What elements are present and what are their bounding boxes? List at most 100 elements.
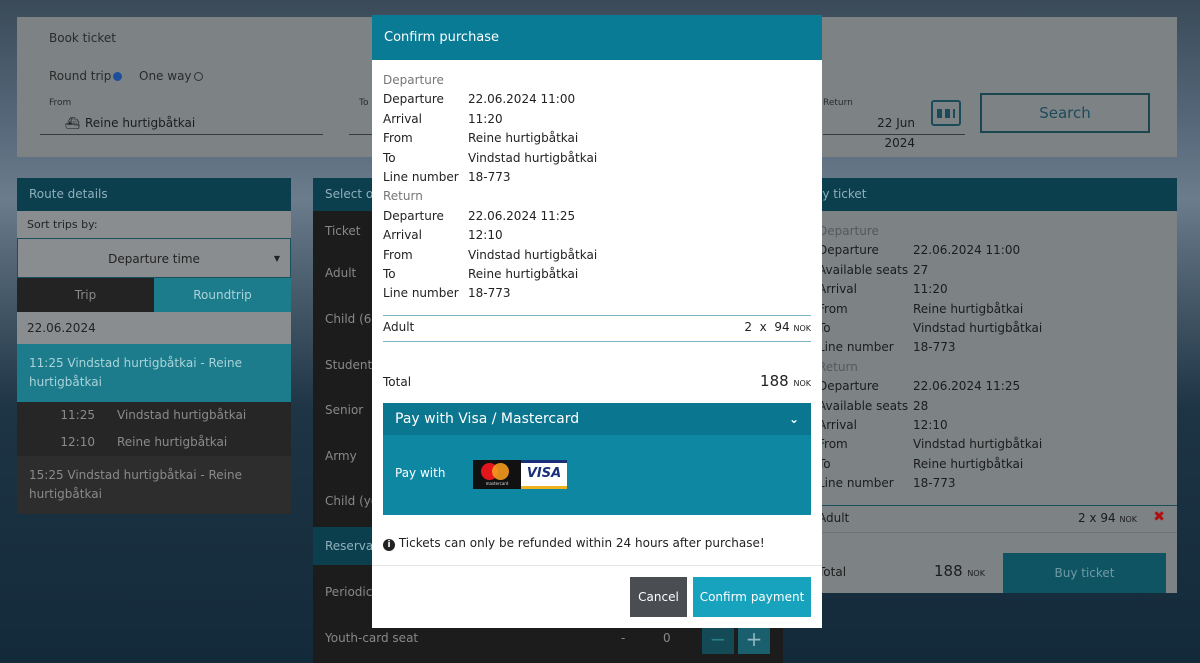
detail-label: To	[383, 150, 396, 165]
my-ticket-panel: My ticket Departure Departure 22.06.2024 1…	[800, 178, 1177, 593]
detail-value: 11:20	[913, 282, 948, 297]
tab-roundtrip[interactable]: Roundtrip	[154, 278, 291, 312]
pay-with-label: Pay with	[395, 466, 446, 480]
one-way-radio[interactable]: One way	[139, 69, 203, 83]
confirm-payment-button[interactable]: Confirm payment	[693, 577, 811, 617]
detail-value: 18-773	[913, 476, 956, 491]
detail-value: Reine hurtigbåtkai	[913, 456, 1024, 471]
detail-label: Available seats	[818, 262, 909, 277]
detail-value: Reine hurtigbåtkai	[468, 131, 579, 146]
detail-label: Line number	[818, 340, 894, 355]
my-ticket-title: My ticket	[800, 178, 1177, 211]
to-label: To	[359, 98, 369, 108]
detail-value: 12:10	[468, 228, 503, 243]
trip-item-selected[interactable]: 11:25 Vindstad hurtigbåtkai - Reine hurt…	[17, 344, 291, 402]
ticket-header: Ticket	[325, 224, 361, 238]
adult-price: 2 x 94 NOK	[1077, 511, 1137, 525]
radio-unchecked-icon	[193, 72, 203, 81]
detail-value: Reine hurtigbåtkai	[913, 301, 1024, 316]
route-details-panel: Route details Sort trips by: Departure t…	[17, 178, 291, 514]
detail-label: Arrival	[818, 418, 857, 432]
detail-value: 12:10	[913, 418, 948, 432]
total-label: Total	[818, 565, 847, 579]
section-label: Return	[818, 359, 858, 374]
round-trip-radio[interactable]: Round trip	[49, 69, 123, 83]
return-label: Return	[823, 98, 853, 108]
detail-value: 22.06.2024 11:00	[913, 243, 1021, 258]
sort-dropdown[interactable]: Departure time ▼	[17, 238, 291, 278]
detail-value: Vindstad hurtigbåtkai	[468, 150, 598, 165]
ticket-type: Adult	[325, 266, 357, 280]
buy-ticket-button[interactable]: Buy ticket	[1003, 553, 1166, 593]
from-input[interactable]: ⛴ Reine hurtigbåtkai	[40, 113, 323, 135]
detail-label: Arrival	[818, 282, 857, 297]
route-details-title: Route details	[17, 178, 291, 211]
youth-card-label: Youth-card seat	[325, 631, 419, 645]
ticket-type: Child (yo	[325, 494, 379, 508]
modal-title: Confirm purchase	[372, 15, 822, 60]
detail-value: Vindstad hurtigbåtkai	[468, 247, 598, 262]
youth-price: -	[621, 631, 626, 645]
total-label: Total	[383, 375, 412, 389]
total-value: 188 NOK	[760, 372, 811, 390]
detail-value: 18-773	[913, 340, 956, 355]
increment-button[interactable]: +	[738, 626, 770, 654]
stop-row: 11:25 Vindstad hurtigbåtkai	[17, 402, 291, 429]
adult-label: Adult	[383, 320, 415, 334]
adult-price: 2 x 94 NOK	[744, 320, 811, 334]
calendar-icon[interactable]	[931, 100, 961, 126]
detail-label: To	[383, 267, 396, 281]
detail-value: 11:20	[468, 111, 503, 126]
section-label: Departure	[818, 224, 879, 238]
detail-label: Line number	[383, 170, 459, 184]
detail-label: Departure	[818, 243, 879, 258]
remove-icon[interactable]: ✖	[1153, 509, 1165, 525]
detail-label: From	[383, 131, 413, 146]
cancel-button[interactable]: Cancel	[630, 577, 687, 617]
trip-item[interactable]: 15:25 Vindstad hurtigbåtkai - Reine hurt…	[17, 456, 291, 514]
payment-section: Pay with Visa / Mastercard ⌄ Pay with mas…	[383, 403, 811, 515]
detail-label: Line number	[818, 476, 894, 491]
info-icon: i	[383, 539, 395, 551]
detail-value: Vindstad hurtigbåtkai	[913, 437, 1043, 452]
caret-down-icon: ▼	[273, 254, 280, 263]
youth-qty: 0	[663, 631, 671, 645]
detail-label: Departure	[818, 379, 879, 394]
confirm-purchase-modal: Confirm purchase Departure Departure 22.06…	[372, 15, 822, 628]
total-value: 188 NOK	[934, 562, 985, 580]
decrement-button[interactable]: −	[702, 626, 734, 654]
chevron-down-icon: ⌄	[788, 412, 799, 426]
ticket-type: Child (6-	[325, 312, 376, 326]
detail-value: 22.06.2024 11:25	[468, 208, 576, 223]
detail-label: Arrival	[383, 228, 422, 243]
from-label: From	[49, 98, 72, 108]
refund-notice: i Tickets can only be refunded within 24…	[383, 536, 765, 551]
search-button[interactable]: Search	[980, 93, 1150, 133]
section-label: Return	[383, 189, 423, 204]
periodic-label: Periodic	[325, 585, 373, 599]
detail-value: 27	[913, 262, 929, 277]
visa-logo[interactable]: VISA	[521, 460, 567, 489]
detail-label: From	[818, 301, 848, 316]
book-title: Book ticket	[49, 31, 116, 45]
detail-label: Available seats	[818, 398, 909, 413]
detail-label: Arrival	[383, 111, 422, 126]
detail-label: Departure	[383, 208, 444, 223]
detail-value: 18-773	[468, 286, 511, 301]
detail-label: From	[383, 247, 413, 262]
detail-value: 22.06.2024 11:25	[913, 379, 1021, 394]
detail-value: 22.06.2024 11:00	[468, 92, 576, 107]
payment-header[interactable]: Pay with Visa / Mastercard ⌄	[383, 403, 811, 435]
stop-row: 12:10 Reine hurtigbåtkai	[17, 429, 291, 456]
detail-value: Reine hurtigbåtkai	[468, 267, 579, 281]
tab-trip[interactable]: Trip	[17, 278, 154, 312]
mastercard-logo[interactable]: mastercard	[473, 460, 521, 489]
detail-value: 28	[913, 398, 929, 413]
detail-value: Vindstad hurtigbåtkai	[913, 321, 1043, 335]
section-label: Departure	[383, 73, 444, 87]
detail-label: From	[818, 437, 848, 452]
sort-label: Sort trips by:	[17, 211, 291, 238]
adult-label: Adult	[818, 511, 850, 525]
detail-label: Line number	[383, 286, 459, 301]
detail-value: 18-773	[468, 170, 511, 184]
